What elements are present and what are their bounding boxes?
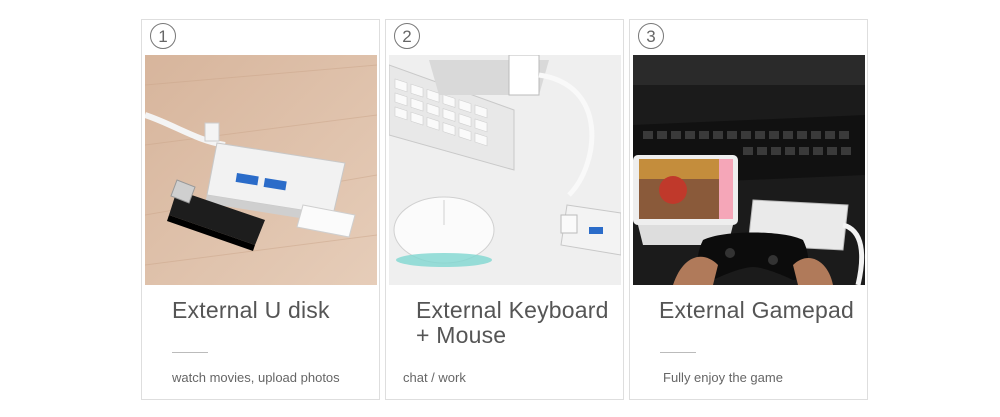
card-title-line-1: External Keyboard xyxy=(416,297,609,323)
feature-card-u-disk: 1 External U disk watch movies, upload p… xyxy=(141,19,380,400)
card-title-line-2: + Mouse xyxy=(416,322,507,348)
card-description: watch movies, upload photos xyxy=(172,370,340,385)
card-description: chat / work xyxy=(403,370,466,385)
feature-card-keyboard-mouse: 2 External Keyboard + Mouse chat / work xyxy=(385,19,624,400)
usb-hub-gamepad-photo xyxy=(633,55,865,285)
card-title: External Gamepad xyxy=(659,297,854,323)
feature-card-gamepad: 3 External Gamepad Fully enjoy the game xyxy=(629,19,868,400)
card-title: External U disk xyxy=(172,297,330,323)
divider xyxy=(172,352,208,353)
step-number-1: 1 xyxy=(150,23,176,49)
step-number-3: 3 xyxy=(638,23,664,49)
divider xyxy=(660,352,696,353)
usb-hub-flash-drive-photo xyxy=(145,55,377,285)
card-description: Fully enjoy the game xyxy=(663,370,783,385)
usb-hub-keyboard-mouse-photo xyxy=(389,55,621,285)
step-number-2: 2 xyxy=(394,23,420,49)
